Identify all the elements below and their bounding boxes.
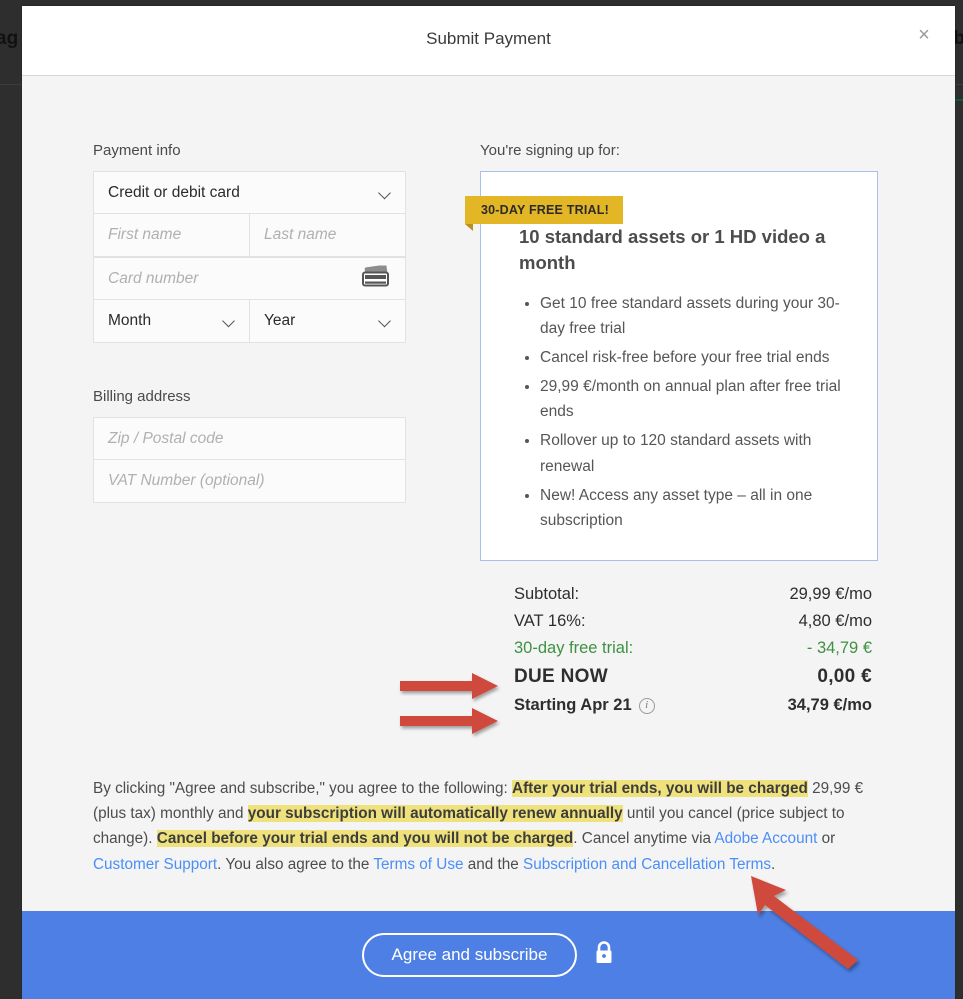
background-divider-left (0, 84, 22, 85)
background-divider-right (955, 84, 963, 85)
expiry-year-value: Year (264, 312, 295, 330)
modal-header: Submit Payment × (22, 6, 955, 76)
customer-support-link[interactable]: Customer Support (93, 856, 217, 873)
table-row: VAT 16%: 4,80 €/mo (514, 608, 872, 635)
order-summary-column: You're signing up for: 30-DAY FREE TRIAL… (480, 142, 878, 719)
legal-highlight-2: your subscription will automatically ren… (248, 805, 623, 822)
plan-card: 30-DAY FREE TRIAL! 10 standard assets or… (480, 171, 878, 561)
billing-address-section: Billing address Zip / Postal code VAT Nu… (93, 388, 406, 503)
list-item: Rollover up to 120 standard assets with … (540, 428, 853, 479)
legal-text-5: or (822, 830, 836, 847)
free-trial-discount-value: - 34,79 € (807, 639, 872, 658)
billing-address-label: Billing address (93, 388, 406, 405)
close-icon[interactable]: × (911, 22, 937, 48)
table-row: Subtotal: 29,99 €/mo (514, 581, 872, 608)
legal-text-7: and the (468, 856, 519, 873)
expiry-year-select[interactable]: Year (250, 300, 406, 343)
terms-of-use-link[interactable]: Terms of Use (373, 856, 463, 873)
card-number-placeholder: Card number (108, 270, 198, 288)
adobe-account-link[interactable]: Adobe Account (714, 830, 817, 847)
list-item: 29,99 €/month on annual plan after free … (540, 374, 853, 425)
legal-highlight-3: Cancel before your trial ends and you wi… (157, 830, 574, 847)
due-now-label: DUE NOW (514, 666, 608, 688)
last-name-field[interactable]: Last name (250, 214, 406, 257)
chevron-down-icon (380, 316, 391, 327)
list-item: Cancel risk-free before your free trial … (540, 345, 853, 371)
signing-up-label: You're signing up for: (480, 142, 878, 159)
starting-date-text: Starting Apr 21 (514, 696, 632, 715)
payment-form-column: Payment info Credit or debit card First … (93, 142, 406, 503)
table-row: DUE NOW 0,00 € (514, 662, 872, 692)
vat-value: 4,80 €/mo (799, 612, 872, 631)
subtotal-label: Subtotal: (514, 585, 579, 604)
expiry-fields-row: Month Year (93, 300, 406, 343)
page-title: Submit Payment (22, 29, 955, 49)
vat-number-field[interactable]: VAT Number (optional) (93, 460, 406, 503)
background-text-left: ag (0, 28, 18, 50)
table-row: 30-day free trial: - 34,79 € (514, 635, 872, 662)
subtotal-value: 29,99 €/mo (789, 585, 872, 604)
legal-text-6: . You also agree to the (217, 856, 369, 873)
list-item: New! Access any asset type – all in one … (540, 483, 853, 534)
chevron-down-icon (380, 187, 391, 198)
submit-payment-modal: Submit Payment × Payment info Credit or … (22, 6, 955, 999)
lock-icon (593, 940, 615, 971)
table-row: Starting Apr 21 i 34,79 €/mo (514, 692, 872, 719)
legal-text-1: By clicking "Agree and subscribe," you a… (93, 780, 508, 797)
modal-body: Payment info Credit or debit card First … (22, 76, 955, 911)
list-item: Get 10 free standard assets during your … (540, 291, 853, 342)
chevron-down-icon (224, 316, 235, 327)
first-name-field[interactable]: First name (93, 214, 250, 257)
totals-table: Subtotal: 29,99 €/mo VAT 16%: 4,80 €/mo … (480, 581, 878, 719)
plan-title: 10 standard assets or 1 HD video a month (519, 224, 853, 277)
starting-date-value: 34,79 €/mo (788, 696, 872, 715)
payment-method-value: Credit or debit card (108, 184, 240, 202)
zip-postal-code-field[interactable]: Zip / Postal code (93, 417, 406, 460)
agree-and-subscribe-button[interactable]: Agree and subscribe (362, 933, 578, 977)
payment-method-select[interactable]: Credit or debit card (93, 171, 406, 214)
expiry-month-value: Month (108, 312, 151, 330)
info-icon[interactable]: i (639, 698, 655, 714)
subscription-cancellation-terms-link[interactable]: Subscription and Cancellation Terms (523, 856, 771, 873)
legal-text-8: . (771, 856, 775, 873)
due-now-value: 0,00 € (817, 666, 872, 688)
plan-benefits-list: Get 10 free standard assets during your … (519, 291, 853, 534)
legal-text-4: . Cancel anytime via (573, 830, 711, 847)
legal-highlight-1: After your trial ends, you will be charg… (512, 780, 808, 797)
name-fields-row: First name Last name (93, 214, 406, 257)
free-trial-badge: 30-DAY FREE TRIAL! (465, 196, 623, 224)
card-number-field[interactable]: Card number (93, 257, 406, 300)
payment-info-label: Payment info (93, 142, 406, 159)
credit-card-icon (361, 265, 391, 292)
starting-date-label: Starting Apr 21 i (514, 696, 655, 715)
modal-footer: Agree and subscribe (22, 911, 955, 999)
vat-label: VAT 16%: (514, 612, 586, 631)
expiry-month-select[interactable]: Month (93, 300, 250, 343)
legal-disclaimer: By clicking "Agree and subscribe," you a… (93, 776, 893, 877)
free-trial-discount-label: 30-day free trial: (514, 639, 633, 658)
